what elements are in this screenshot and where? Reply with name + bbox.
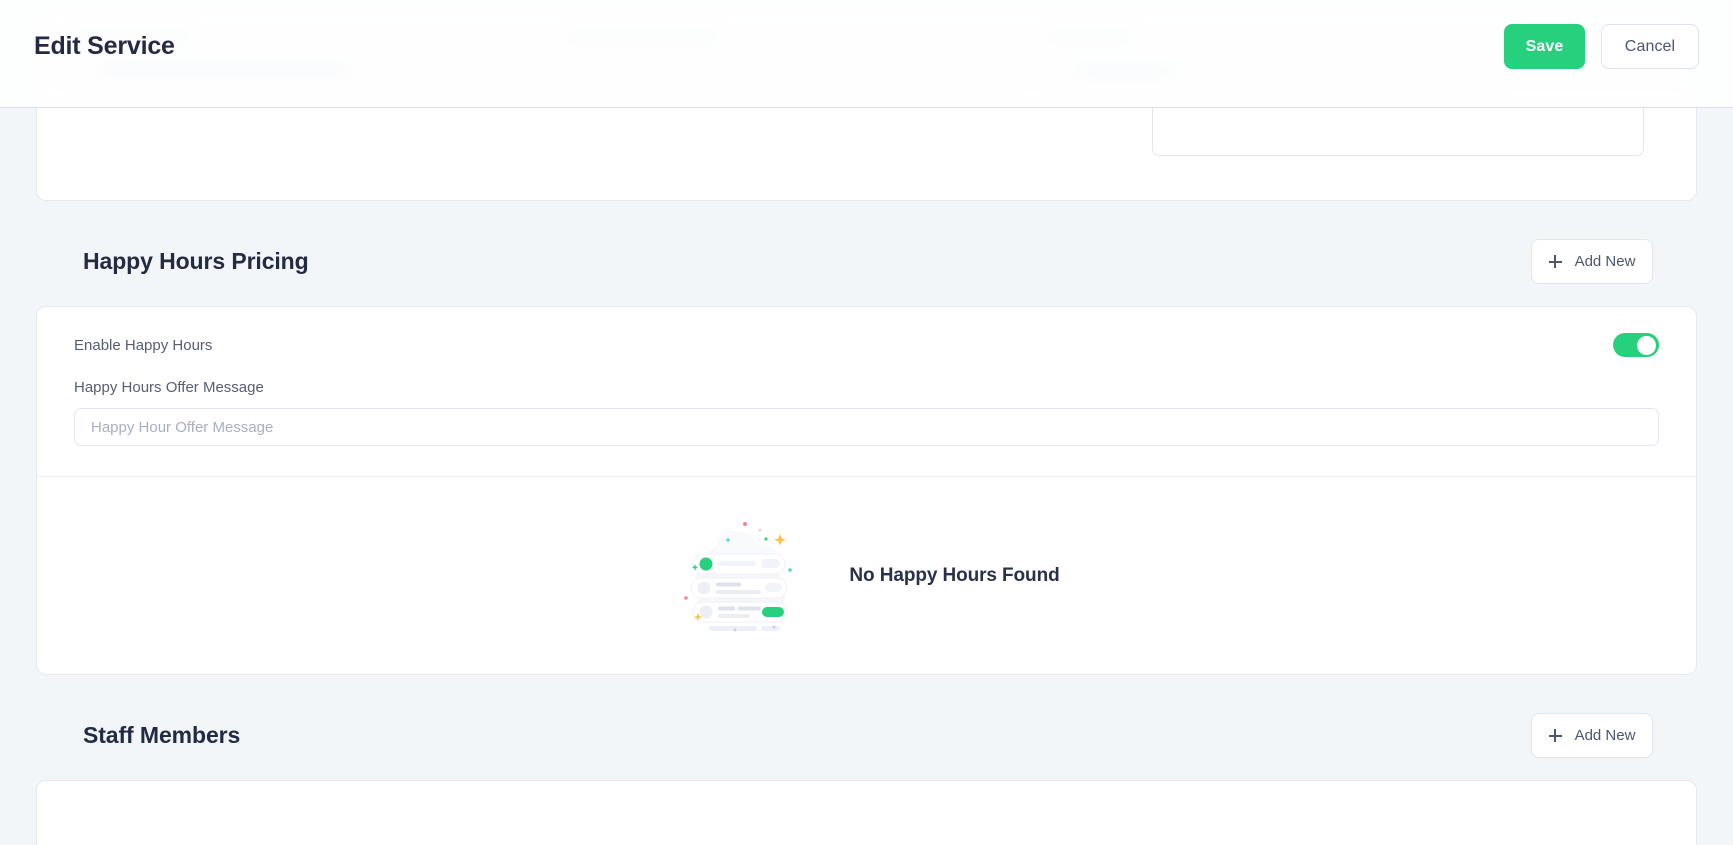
empty-state-message: No Happy Hours Found [849, 564, 1060, 586]
happy-hours-add-new-label: Add New [1574, 253, 1636, 270]
offer-message-label: Happy Hours Offer Message [74, 379, 264, 396]
header-actions: Save Cancel [1504, 24, 1699, 69]
description-textarea[interactable] [1152, 108, 1644, 156]
happy-hours-title: Happy Hours Pricing [83, 248, 309, 274]
happy-hours-empty-state: No Happy Hours Found [37, 477, 1696, 674]
staff-members-title: Staff Members [83, 722, 241, 748]
staff-members-add-new-button[interactable]: Add New [1531, 713, 1653, 758]
empty-list-illustration [673, 512, 801, 640]
plus-icon [1548, 255, 1562, 268]
staff-members-add-new-label: Add New [1574, 727, 1636, 744]
happy-hours-form: Enable Happy Hours Happy Hours Offer Mes… [37, 307, 1696, 477]
staff-members-section-header: Staff Members Add New [36, 675, 1697, 780]
cancel-button[interactable]: Cancel [1601, 24, 1699, 69]
offer-message-input[interactable] [74, 408, 1659, 446]
previous-section-card-partial [36, 108, 1697, 201]
happy-hours-section-header: Happy Hours Pricing Add New [36, 201, 1697, 306]
staff-members-card [36, 780, 1697, 845]
edit-service-page: Edit Service Save Cancel Happy Hours Pri… [0, 0, 1733, 845]
enable-happy-hours-toggle[interactable] [1613, 333, 1659, 357]
page-content: Happy Hours Pricing Add New Enable Happy… [0, 108, 1733, 845]
enable-happy-hours-label: Enable Happy Hours [74, 336, 213, 354]
enable-happy-hours-row: Enable Happy Hours [74, 333, 1659, 357]
page-header: Edit Service Save Cancel [0, 0, 1733, 108]
toggle-knob [1637, 335, 1656, 355]
page-title: Edit Service [34, 32, 175, 60]
plus-icon [1548, 729, 1562, 742]
happy-hours-card: Enable Happy Hours Happy Hours Offer Mes… [36, 306, 1697, 675]
happy-hours-add-new-button[interactable]: Add New [1531, 239, 1653, 284]
save-button[interactable]: Save [1504, 24, 1585, 69]
